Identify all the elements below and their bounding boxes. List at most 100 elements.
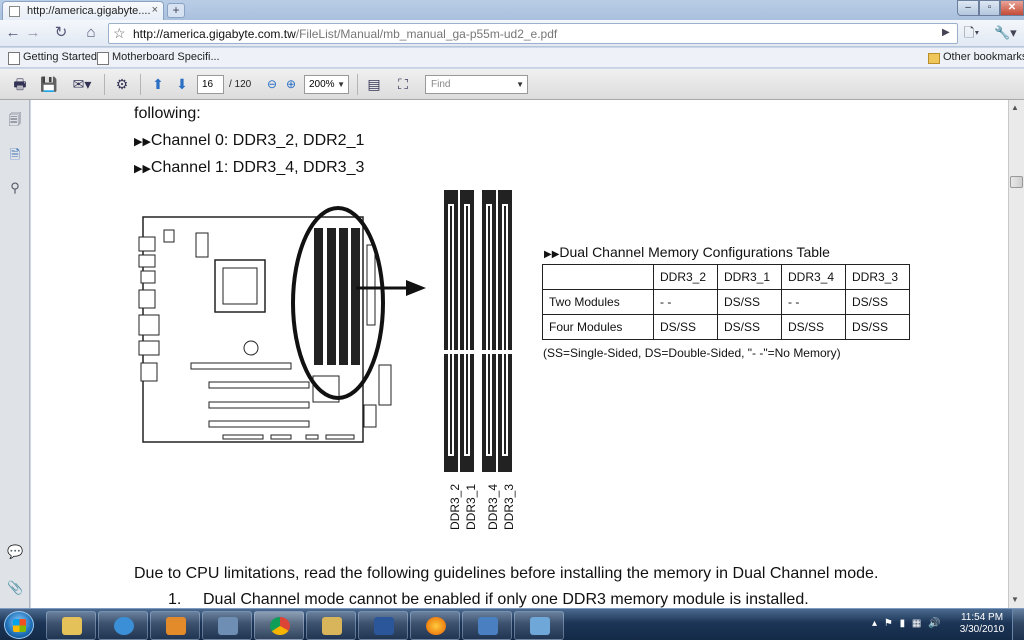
paperclip-icon[interactable]: 📎 [7,580,23,598]
show-desktop-button[interactable] [1012,609,1024,640]
fit-width-icon[interactable]: ▤ [364,75,384,93]
table-cell: DS/SS [781,314,846,340]
share-icon[interactable]: ⚙ [112,75,132,93]
flag-icon[interactable]: ⚑ [884,618,893,629]
bookmark-getting-started[interactable]: Getting Started [8,51,97,65]
url-path: /FileList/Manual/mb_manual_ga-p55m-ud2_e… [295,27,558,41]
table-cell: DS/SS [717,314,782,340]
slot-labels: DDR3_2 DDR3_1 DDR3_4 DDR3_3 [443,483,523,531]
item-number: 1. [168,591,182,608]
table-cell: DS/SS [845,289,910,315]
tray-expand-icon[interactable]: ▴ [872,618,877,629]
network-icon [530,617,550,635]
taskbar-explorer[interactable] [46,611,96,640]
maximize-button[interactable]: ▫ [979,0,1000,16]
pages-icon[interactable]: 🗐 [7,111,23,129]
search-binoculars-icon[interactable]: ⚲ [7,180,23,198]
page-menu-icon[interactable]: 🗋▾ [964,24,979,42]
scroll-down-icon[interactable]: ▼ [1011,595,1019,604]
print-icon[interactable]: 🖶 [10,75,30,93]
pdf-page: following: ▶▶Channel 0: DDR3_2, DDR2_1 ▶… [31,100,1008,608]
slot-label: DDR3_3 [502,483,517,531]
text-following: following: [134,105,201,122]
scrollbar-thumb[interactable] [1010,176,1023,188]
bullet-channel1: ▶▶Channel 1: DDR3_4, DDR3_3 [134,159,364,177]
system-tray[interactable]: ▴ ⚑ ▮ ▦ 🔊 [872,618,941,629]
taskbar-chrome[interactable] [254,611,304,640]
page-number-input[interactable]: 16 [197,75,224,94]
table-cell: DS/SS [845,314,910,340]
taskbar-app[interactable] [462,611,512,640]
table-row: Two Modules - - DS/SS - - DS/SS [542,289,910,315]
table-title: ▶▶Dual Channel Memory Configurations Tab… [544,244,830,260]
media-player-icon [166,617,186,635]
browser-toolbar: ← → ↻ ⌂ ☆ http://america.gigabyte.com.tw… [0,20,1024,47]
table-header-cell [542,264,654,290]
save-icon[interactable]: 💾 [39,75,59,93]
app-icon [478,617,498,635]
motherboard-diagram [138,206,392,443]
toolbar-divider [104,74,105,95]
dimm-slot [444,190,458,472]
zoom-in-icon[interactable]: ⊕ [281,75,301,93]
fit-page-icon[interactable]: ⛶ [393,75,413,93]
forward-arrow-icon[interactable]: → [24,24,42,42]
clock-date: 3/30/2010 [959,624,1005,635]
slot-label: DDR3_4 [486,483,501,531]
previous-page-icon[interactable]: ⬆ [148,75,168,93]
taskbar-mail[interactable] [306,611,356,640]
table-cell: Four Modules [542,314,654,340]
tab-title: http://america.gigabyte.... [27,5,151,17]
wrench-menu-icon[interactable]: 🔧▾ [994,24,1017,42]
taskbar-ie[interactable] [98,611,148,640]
taskbar-computer[interactable] [202,611,252,640]
browser-tab[interactable]: http://america.gigabyte.... × [2,1,164,20]
computer-icon [218,617,238,635]
pdf-toolbar: 🖶 💾 ✉▾ ⚙ ⬆ ⬇ 16 / 120 ⊖ ⊕ 200% ▼ ▤ ⛶ Fin… [0,69,1024,100]
home-icon[interactable]: ⌂ [82,24,100,42]
double-arrow-icon: ▶▶ [134,163,151,175]
chrome-icon [270,617,290,635]
dimm-slot [498,190,512,472]
zoom-select[interactable]: 200% ▼ [304,75,349,94]
taskbar-word[interactable] [358,611,408,640]
go-arrow-icon[interactable]: ▶ [942,24,950,42]
zoom-value: 200% [309,79,335,90]
back-arrow-icon[interactable]: ← [4,24,22,42]
taskbar-firefox[interactable] [410,611,460,640]
zoom-out-icon[interactable]: ⊖ [262,75,282,93]
vertical-scrollbar[interactable]: ▲ ▼ [1008,100,1024,608]
bookmark-star-icon[interactable]: ☆ [113,25,126,42]
tab-close-icon[interactable]: × [152,4,158,16]
taskbar-network[interactable] [514,611,564,640]
network-tray-icon[interactable]: ▦ [912,618,921,629]
other-bookmarks-folder[interactable]: Other bookmarks [928,51,1024,64]
start-button[interactable] [4,611,34,639]
taskbar-media-player[interactable] [150,611,200,640]
volume-icon[interactable]: 🔊 [928,618,940,629]
slot-label: DDR3_2 [448,483,463,531]
address-bar[interactable]: ☆ http://america.gigabyte.com.tw/FileLis… [108,23,958,44]
email-pdf-icon[interactable]: ✉▾ [68,75,96,93]
reload-icon[interactable]: ↻ [52,24,70,42]
table-cell: DS/SS [717,289,782,315]
next-page-icon[interactable]: ⬇ [172,75,192,93]
new-tab-button[interactable]: + [167,3,185,18]
table-title-text: Dual Channel Memory Configurations Table [559,244,830,260]
bookmark-motherboard-specs[interactable]: Motherboard Specifi... [97,51,220,65]
mail-icon [322,617,342,635]
chevron-down-icon: ▼ [337,80,345,89]
system-clock[interactable]: 11:54 PM 3/30/2010 [954,612,1010,636]
attachments-icon[interactable]: 🗎 [7,146,23,164]
chevron-down-icon: ▼ [516,80,524,89]
table-header-cell: DDR3_2 [653,264,718,290]
pdf-navigation-panel: 🗐 🗎 ⚲ 💬 📎 [0,100,30,608]
minimize-button[interactable]: – [957,0,979,16]
scroll-up-icon[interactable]: ▲ [1011,103,1019,112]
comments-icon[interactable]: 💬 [7,544,23,562]
find-placeholder: Find [431,79,451,90]
find-input[interactable]: Find ▼ [425,75,528,94]
close-window-button[interactable]: ✕ [1000,0,1024,16]
pdf-document-area[interactable]: following: ▶▶Channel 0: DDR3_2, DDR2_1 ▶… [31,100,1008,608]
power-icon[interactable]: ▮ [900,618,906,629]
